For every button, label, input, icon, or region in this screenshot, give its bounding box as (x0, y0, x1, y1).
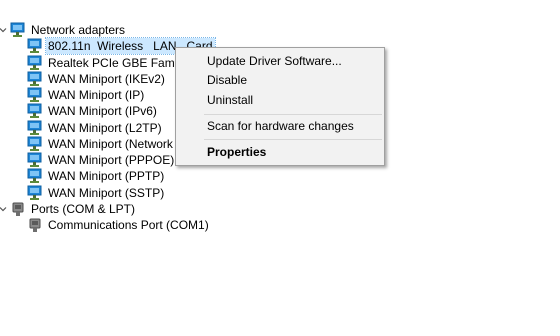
menu-item-properties[interactable]: Properties (176, 142, 384, 162)
chevron-down-icon[interactable] (0, 201, 7, 217)
category-label: Network adapters (31, 23, 126, 37)
menu-item-disable[interactable]: Disable (176, 70, 384, 90)
network-adapter-icon (27, 71, 43, 87)
network-adapter-icon (27, 55, 43, 71)
device-label: WAN Miniport (Network M (48, 137, 187, 151)
network-adapter-icon (27, 185, 43, 201)
menu-item-scan-hardware[interactable]: Scan for hardware changes (176, 116, 384, 136)
device-label: WAN Miniport (IP) (48, 88, 145, 102)
network-adapter-icon (27, 87, 43, 103)
menu-separator (204, 139, 382, 140)
device-item[interactable]: WAN Miniport (L2TP) (27, 120, 164, 136)
network-adapter-icon (27, 120, 43, 136)
port-icon (10, 201, 26, 217)
device-item[interactable]: WAN Miniport (Network M (27, 136, 188, 152)
device-label: WAN Miniport (L2TP) (48, 121, 162, 135)
device-item[interactable]: WAN Miniport (IKEv2) (27, 71, 167, 87)
device-item[interactable]: WAN Miniport (PPTP) (27, 168, 166, 184)
menu-item-update-driver[interactable]: Update Driver Software... (176, 51, 384, 71)
network-adapter-icon (27, 103, 43, 119)
category-network-adapters[interactable]: Network adapters (0, 22, 127, 38)
menu-item-uninstall[interactable]: Uninstall (176, 90, 384, 110)
device-label: WAN Miniport (PPTP) (48, 169, 165, 183)
network-adapter-icon (27, 38, 43, 54)
device-label: WAN Miniport (SSTP) (48, 186, 165, 200)
device-label: WAN Miniport (PPPOE) (48, 153, 175, 167)
category-label: Ports (COM & LPT) (31, 202, 136, 216)
device-label: WAN Miniport (IKEv2) (48, 72, 165, 86)
context-menu: Update Driver Software... Disable Uninst… (175, 47, 385, 166)
port-icon (27, 217, 43, 233)
network-adapter-icon (10, 22, 26, 38)
device-item[interactable]: Communications Port (COM1) (27, 217, 211, 233)
network-adapter-icon (27, 168, 43, 184)
network-adapter-icon (27, 152, 43, 168)
device-item[interactable]: WAN Miniport (IP) (27, 87, 146, 103)
menu-separator (204, 114, 382, 115)
category-ports[interactable]: Ports (COM & LPT) (0, 201, 137, 217)
network-adapter-icon (27, 136, 43, 152)
device-item[interactable]: WAN Miniport (IPv6) (27, 103, 159, 119)
device-item[interactable]: WAN Miniport (PPPOE) (27, 152, 176, 168)
device-label: Communications Port (COM1) (48, 218, 209, 232)
device-item[interactable]: WAN Miniport (SSTP) (27, 185, 166, 201)
chevron-down-icon[interactable] (0, 22, 7, 38)
device-label: WAN Miniport (IPv6) (48, 104, 157, 118)
